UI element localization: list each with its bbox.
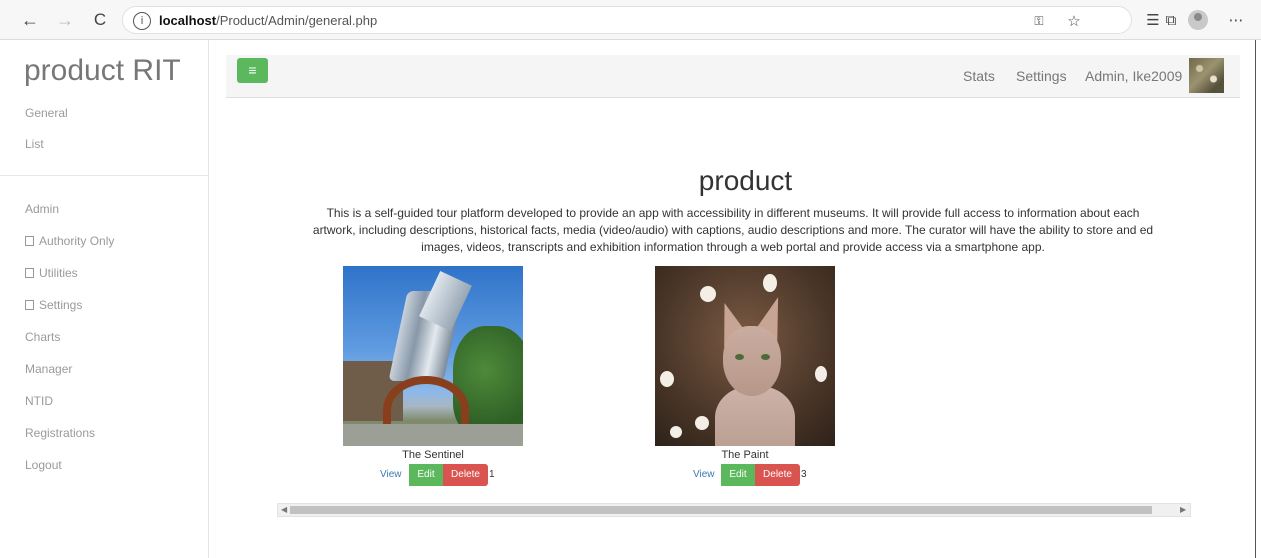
url-path: /Product/Admin/general.php xyxy=(216,13,378,28)
sidebar-item-general[interactable]: General xyxy=(25,106,68,120)
more-options-icon[interactable]: ⋯ xyxy=(1225,9,1247,31)
sidebar-item-ntid[interactable]: NTID xyxy=(25,394,53,408)
description-line: images, videos, transcripts and exhibiti… xyxy=(421,240,1045,254)
artwork-image-sentinel[interactable] xyxy=(343,266,523,446)
url-host: localhost xyxy=(159,13,217,28)
top-navbar: ≡ Stats Settings Admin, Ike2009 xyxy=(226,55,1240,98)
page-description: This is a self-guided tour platform deve… xyxy=(226,205,1240,256)
sidebar-item-label: Settings xyxy=(39,298,83,312)
key-icon[interactable]: ⚿ xyxy=(1028,10,1050,32)
artwork-card: The Sentinel View Edit Delete 1 xyxy=(343,266,523,486)
nav-link-user[interactable]: Admin, Ike2009 xyxy=(1085,68,1182,84)
delete-button[interactable]: Delete xyxy=(755,464,800,486)
brand-title[interactable]: product RIT xyxy=(24,54,181,88)
description-line: artwork, including descriptions, histori… xyxy=(312,223,1154,237)
artwork-name: The Sentinel xyxy=(402,449,464,461)
scroll-left-icon[interactable]: ◀ xyxy=(281,504,287,516)
sidebar-item-utilities[interactable]: Utilities xyxy=(25,266,78,280)
profile-avatar-icon[interactable] xyxy=(1188,10,1208,30)
sidebar-item-admin[interactable]: Admin xyxy=(25,202,59,216)
info-icon[interactable]: i xyxy=(133,12,151,30)
back-icon[interactable]: ← xyxy=(18,8,42,32)
sidebar-item-registrations[interactable]: Registrations xyxy=(25,426,95,440)
sidebar-item-label: Utilities xyxy=(39,266,78,280)
scrollbar-thumb[interactable] xyxy=(290,506,1152,514)
reload-icon[interactable]: C xyxy=(88,8,112,32)
edit-button[interactable]: Edit xyxy=(409,464,443,486)
edit-button[interactable]: Edit xyxy=(721,464,755,486)
address-bar[interactable]: i localhost/Product/Admin/general.php ⚿ … xyxy=(122,6,1132,34)
horizontal-scrollbar[interactable]: ◀ ▶ xyxy=(277,503,1191,517)
artwork-name: The Paint xyxy=(721,449,769,461)
sidebar-item-logout[interactable]: Logout xyxy=(25,458,62,472)
sidebar-item-authority-only[interactable]: Authority Only xyxy=(25,234,114,248)
url-text: localhost/Product/Admin/general.php xyxy=(159,13,377,28)
favorite-star-icon[interactable]: ☆ xyxy=(1063,10,1085,32)
scroll-right-icon[interactable]: ▶ xyxy=(1180,504,1186,516)
view-button[interactable]: View xyxy=(693,469,715,480)
page-title: product xyxy=(698,165,793,196)
sidebar: product RIT General List Admin Authority… xyxy=(0,40,209,558)
forward-icon[interactable]: → xyxy=(53,8,77,32)
sidebar-item-label: Authority Only xyxy=(39,234,115,248)
missing-glyph-icon xyxy=(25,300,34,310)
artwork-card: The Paint View Edit Delete 3 xyxy=(655,266,835,486)
sidebar-item-manager[interactable]: Manager xyxy=(25,362,72,376)
missing-glyph-icon xyxy=(25,268,34,278)
sidebar-item-list[interactable]: List xyxy=(25,137,44,151)
window-edge xyxy=(1255,40,1256,558)
collections-icon[interactable]: ⧉ xyxy=(1160,9,1182,31)
browser-toolbar: ← → C i localhost/Product/Admin/general.… xyxy=(0,0,1261,40)
description-line: This is a self-guided tour platform deve… xyxy=(326,206,1140,220)
artwork-image-paint[interactable] xyxy=(655,266,835,446)
sidebar-item-settings[interactable]: Settings xyxy=(25,298,82,312)
user-avatar[interactable] xyxy=(1189,58,1224,93)
nav-link-settings[interactable]: Settings xyxy=(1016,68,1067,84)
menu-toggle-button[interactable]: ≡ xyxy=(237,58,268,83)
view-button[interactable]: View xyxy=(380,469,402,480)
nav-link-stats[interactable]: Stats xyxy=(963,68,995,84)
item-count: 1 xyxy=(489,469,495,480)
missing-glyph-icon xyxy=(25,236,34,246)
item-count: 3 xyxy=(801,469,807,480)
delete-button[interactable]: Delete xyxy=(443,464,488,486)
sidebar-item-charts[interactable]: Charts xyxy=(25,330,60,344)
